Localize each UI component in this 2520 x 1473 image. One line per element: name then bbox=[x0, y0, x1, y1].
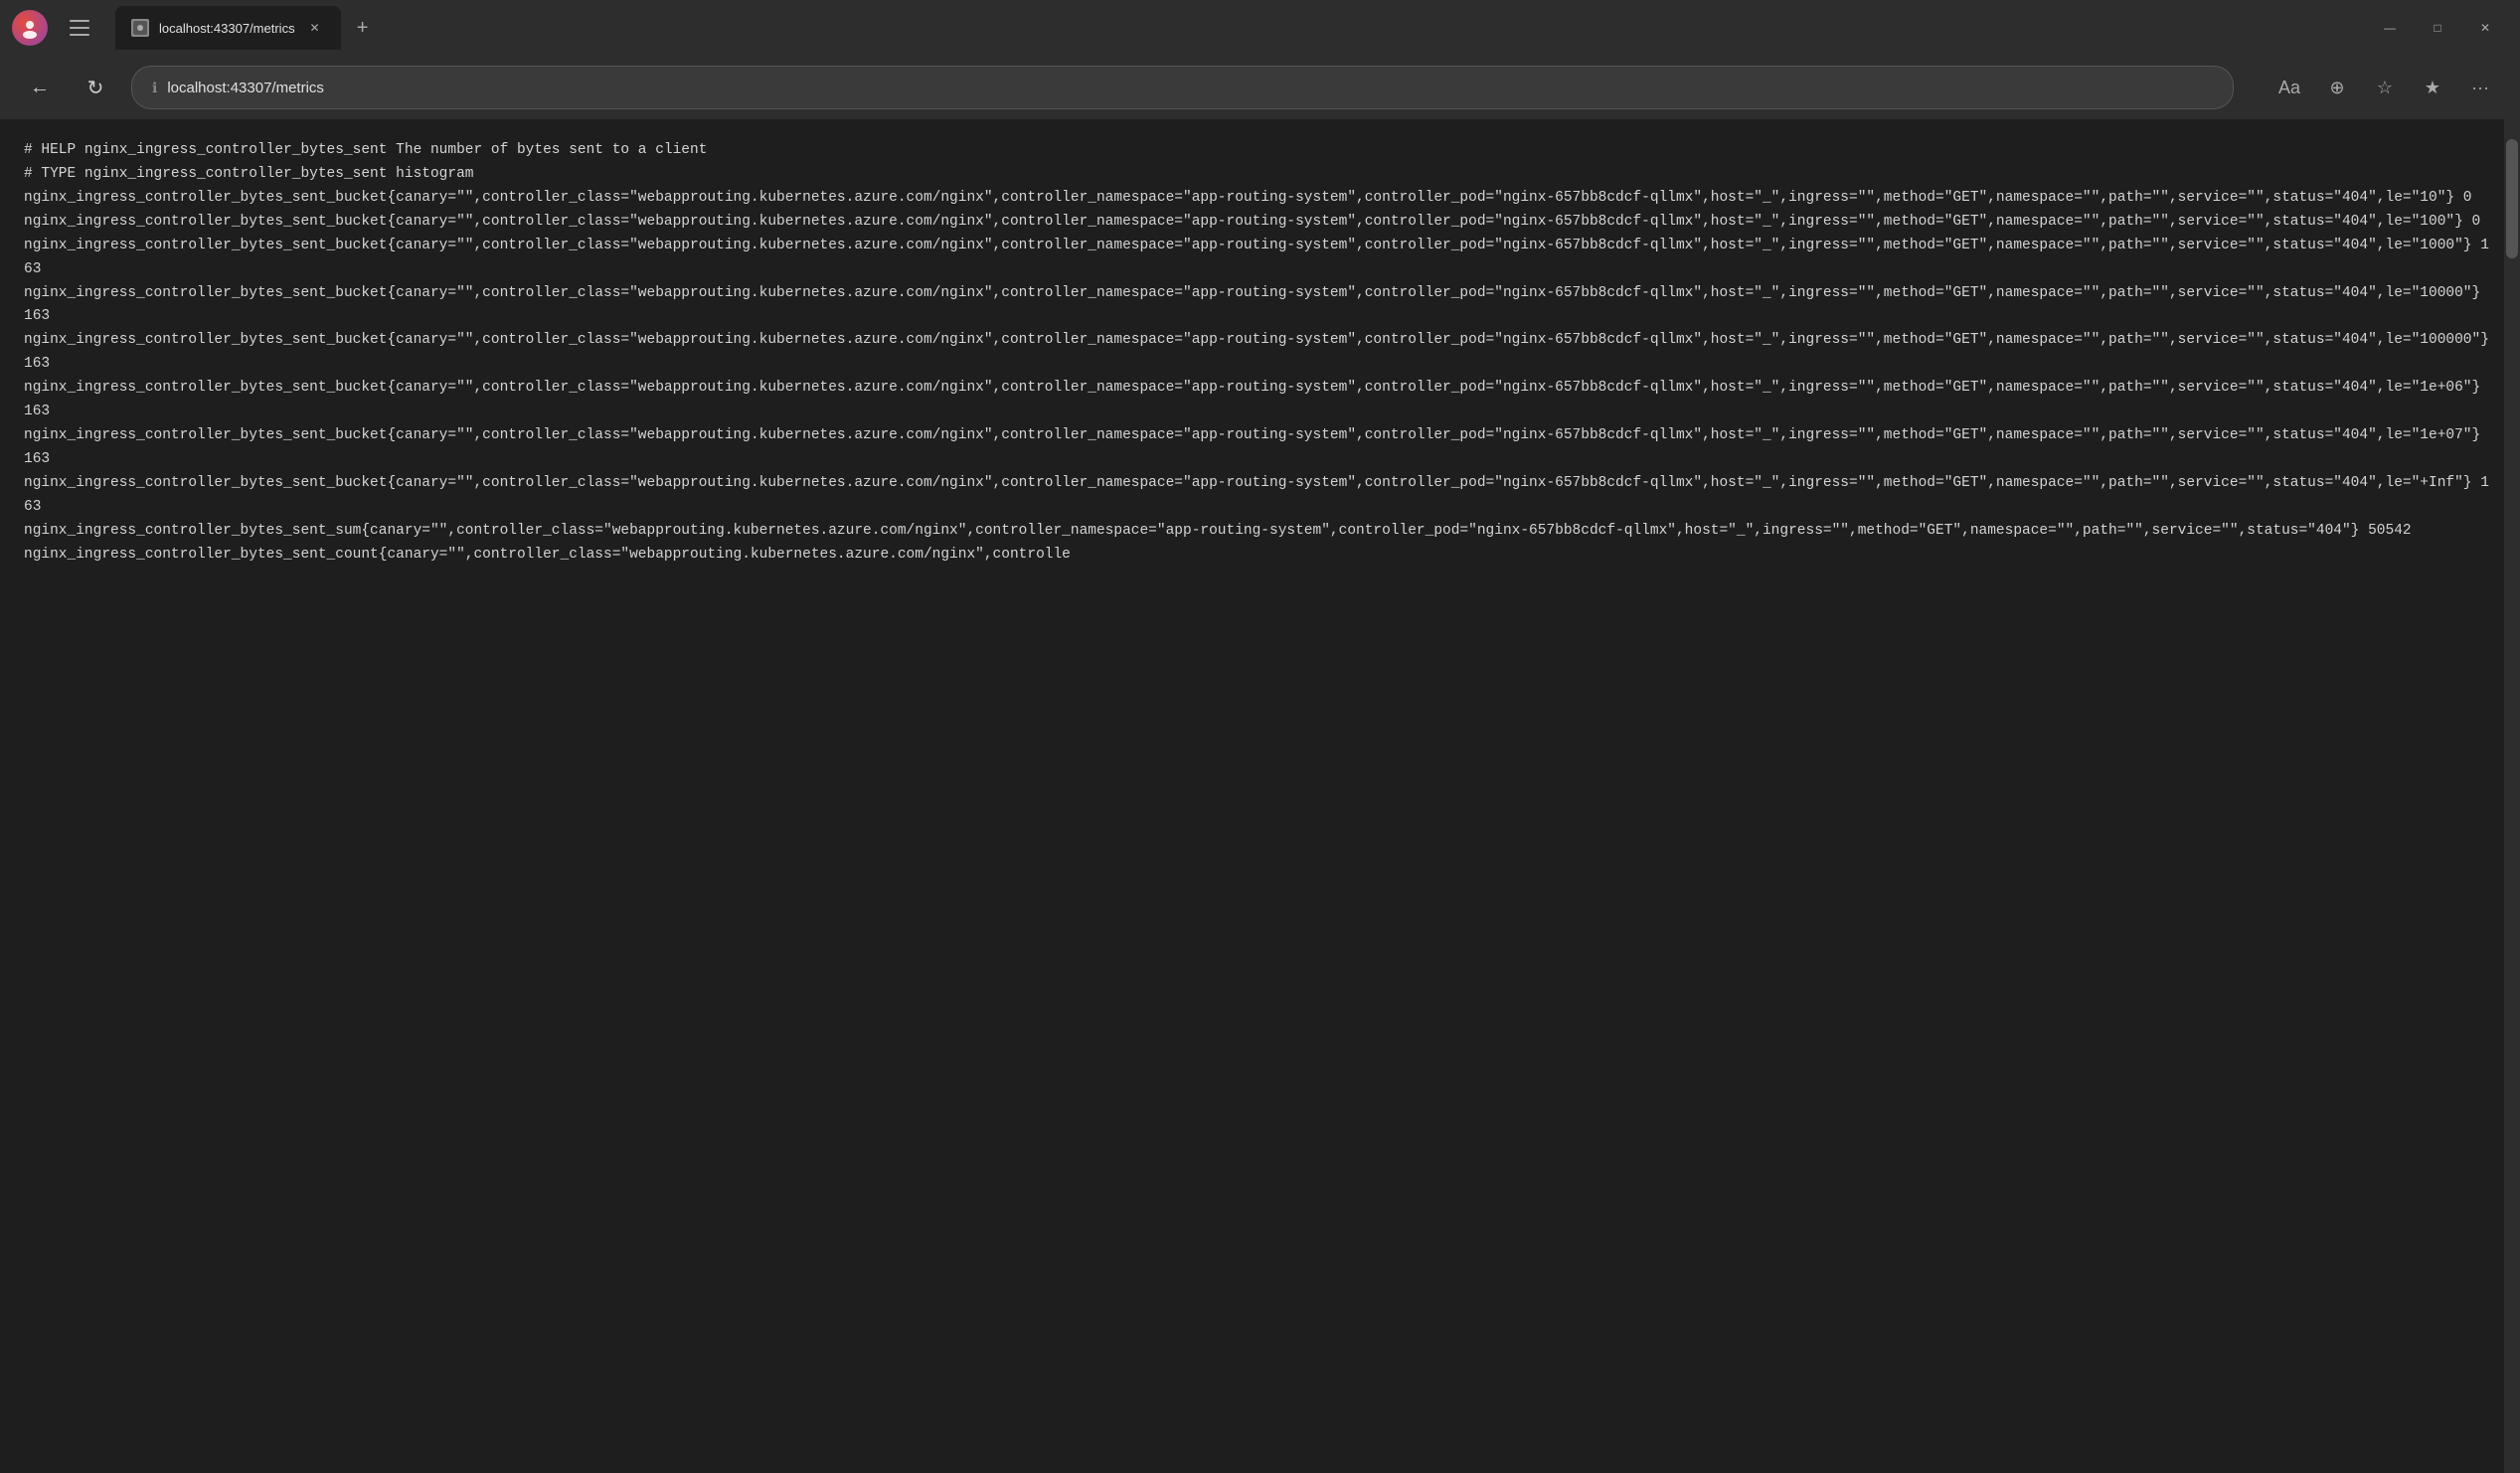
url-display: localhost:43307/metrics bbox=[167, 80, 2213, 96]
sidebar-toggle-button[interactable] bbox=[60, 8, 99, 48]
scrollbar-thumb[interactable] bbox=[2506, 139, 2518, 258]
maximize-button[interactable]: □ bbox=[2415, 10, 2460, 46]
page-content: # HELP nginx_ingress_controller_bytes_se… bbox=[0, 119, 2520, 1473]
profile-icon[interactable] bbox=[12, 10, 48, 46]
addressbar: ← ↻ ℹ localhost:43307/metrics Aa ⊕ ☆ ★ ·… bbox=[0, 56, 2520, 119]
new-tab-button[interactable]: + bbox=[345, 10, 381, 46]
tab-close-button[interactable]: ✕ bbox=[305, 18, 325, 38]
titlebar: localhost:43307/metrics ✕ + — □ ✕ bbox=[0, 0, 2520, 56]
active-tab[interactable]: localhost:43307/metrics ✕ bbox=[115, 6, 341, 50]
favorites-button[interactable]: ☆ bbox=[2365, 68, 2405, 107]
tab-bar: localhost:43307/metrics ✕ + bbox=[115, 6, 2351, 50]
refresh-button[interactable]: ↻ bbox=[76, 68, 115, 107]
tab-favicon bbox=[131, 19, 149, 37]
address-bar-input[interactable]: ℹ localhost:43307/metrics bbox=[131, 66, 2234, 109]
zoom-button[interactable]: ⊕ bbox=[2317, 68, 2357, 107]
minimize-button[interactable]: — bbox=[2367, 10, 2413, 46]
scrollbar[interactable] bbox=[2504, 119, 2520, 1473]
security-icon: ℹ bbox=[152, 80, 157, 96]
metrics-text: # HELP nginx_ingress_controller_bytes_se… bbox=[24, 139, 2496, 568]
close-button[interactable]: ✕ bbox=[2462, 10, 2508, 46]
more-button[interactable]: ··· bbox=[2460, 68, 2500, 107]
reader-mode-button[interactable]: Aa bbox=[2269, 68, 2309, 107]
tab-title: localhost:43307/metrics bbox=[159, 21, 295, 36]
address-actions: Aa ⊕ ☆ ★ ··· bbox=[2269, 68, 2500, 107]
titlebar-left bbox=[12, 8, 99, 48]
collections-button[interactable]: ★ bbox=[2413, 68, 2452, 107]
titlebar-controls: — □ ✕ bbox=[2367, 10, 2508, 46]
back-button[interactable]: ← bbox=[20, 68, 60, 107]
